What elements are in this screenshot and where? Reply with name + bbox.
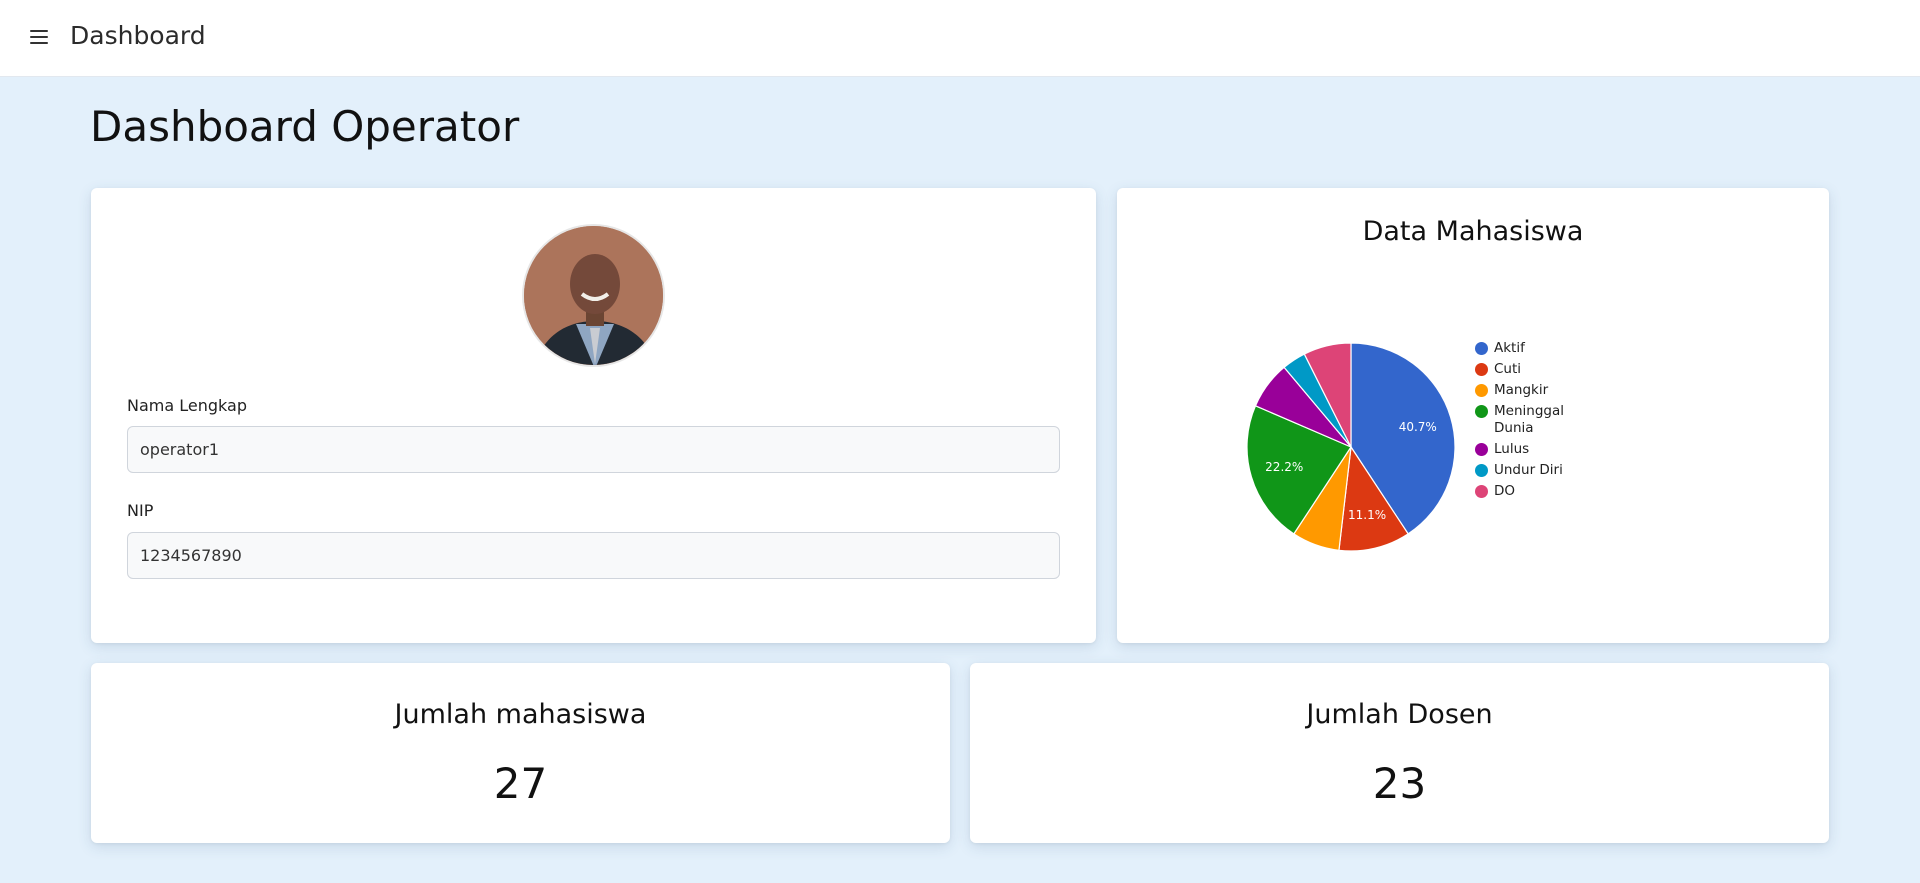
legend-item[interactable]: Mangkir: [1475, 382, 1615, 399]
legend-label: Cuti: [1494, 361, 1522, 377]
legend-label: Meninggal Dunia: [1494, 403, 1564, 436]
chart-legend: Aktif Cuti Mangkir Meninggal Dunia Lulus Undu…: [1475, 340, 1615, 504]
legend-swatch: [1475, 384, 1488, 397]
stat-title-mahasiswa: Jumlah mahasiswa: [394, 699, 647, 730]
legend-item[interactable]: Undur Diri: [1475, 462, 1615, 479]
avatar: [522, 224, 665, 367]
pie-slice-label: 40.7%: [1399, 420, 1437, 434]
legend-swatch: [1475, 342, 1488, 355]
legend-label: DO: [1494, 483, 1516, 499]
legend-label: Aktif: [1494, 340, 1525, 356]
name-label: Nama Lengkap: [127, 396, 247, 415]
legend-item[interactable]: DO: [1475, 483, 1615, 500]
stat-value-mahasiswa: 27: [493, 759, 548, 808]
stat-card-mahasiswa: Jumlah mahasiswa 27: [91, 663, 950, 843]
legend-swatch: [1475, 363, 1488, 376]
legend-item[interactable]: Aktif: [1475, 340, 1615, 357]
legend-label: Undur Diri: [1494, 462, 1563, 478]
nip-field[interactable]: [127, 532, 1060, 579]
legend-item[interactable]: Meninggal Dunia: [1475, 403, 1615, 437]
pie-slice-label: 11.1%: [1348, 508, 1386, 522]
stat-title-dosen: Jumlah Dosen: [1306, 699, 1493, 730]
top-app-bar: Dashboard: [0, 0, 1920, 77]
legend-swatch: [1475, 464, 1488, 477]
legend-label: Lulus: [1494, 441, 1530, 457]
profile-card: Nama Lengkap NIP: [91, 188, 1096, 643]
legend-item[interactable]: Cuti: [1475, 361, 1615, 378]
pie-slice-label: 22.2%: [1265, 460, 1303, 474]
legend-swatch: [1475, 485, 1488, 498]
nip-label: NIP: [127, 501, 154, 520]
chart-card: Data Mahasiswa 40.7% 11.1% 22.2% Aktif Cuti…: [1117, 188, 1829, 643]
avatar-photo: [524, 226, 663, 365]
page-title: Dashboard Operator: [90, 102, 520, 151]
name-field[interactable]: [127, 426, 1060, 473]
legend-swatch: [1475, 405, 1488, 418]
legend-label: Mangkir: [1494, 382, 1549, 398]
legend-item[interactable]: Lulus: [1475, 441, 1615, 458]
legend-swatch: [1475, 443, 1488, 456]
menu-icon[interactable]: [30, 27, 50, 47]
stat-value-dosen: 23: [1372, 759, 1427, 808]
stat-card-dosen: Jumlah Dosen 23: [970, 663, 1829, 843]
app-title: Dashboard: [70, 21, 206, 50]
pie-chart: 40.7% 11.1% 22.2%: [1246, 342, 1456, 552]
